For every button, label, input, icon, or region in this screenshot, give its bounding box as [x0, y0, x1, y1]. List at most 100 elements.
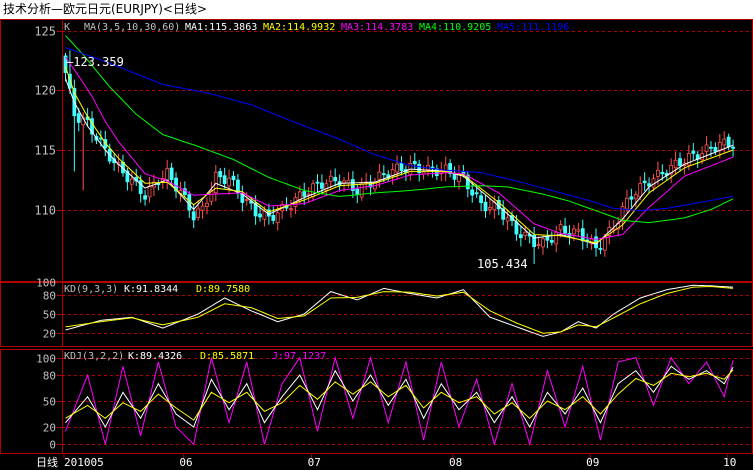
- gridlines: [57, 31, 753, 445]
- window-title: 技术分析—欧元日元(EURJPY)<日线>: [0, 0, 753, 19]
- candle: [417, 159, 422, 182]
- candle: [412, 152, 417, 170]
- candle: [452, 166, 457, 188]
- candle: [333, 168, 338, 187]
- candle: [691, 143, 696, 161]
- candle: [315, 174, 320, 193]
- candle: [134, 168, 139, 186]
- candle: [236, 174, 240, 199]
- ma3-legend: MA3:114.3783: [341, 22, 413, 33]
- candle: [549, 231, 554, 246]
- candle: [722, 131, 727, 153]
- candle: [598, 240, 603, 255]
- kd-legend-name: KD(9,3,3): [64, 284, 118, 295]
- xtick-label-10: 10: [723, 456, 736, 469]
- candle: [541, 234, 545, 255]
- kdj-legend-j: J:97.1237: [272, 351, 326, 362]
- kd-legend-k: K:91.8344: [124, 284, 178, 295]
- candle: [156, 179, 161, 191]
- series-ma4: [65, 35, 734, 224]
- candle: [576, 222, 581, 237]
- ytick-label-kdj-80: 80: [43, 370, 56, 383]
- candle: [479, 191, 483, 212]
- candle: [169, 162, 174, 185]
- candle: [147, 177, 152, 203]
- candle: [302, 182, 307, 205]
- series-ma5: [65, 47, 734, 212]
- main-legend-params: MA(3,5,10,30,60): [84, 22, 180, 33]
- candle: [320, 174, 324, 195]
- ytick-label-kd-50: 50: [43, 309, 56, 322]
- candle: [231, 171, 236, 187]
- candle: [280, 200, 285, 219]
- candle: [536, 236, 541, 250]
- candle: [205, 197, 209, 215]
- candle: [143, 189, 147, 206]
- candle: [629, 188, 634, 208]
- candle: [311, 179, 315, 202]
- candle: [240, 185, 245, 212]
- xtick-label-201005: 201005: [64, 456, 104, 469]
- candle: [368, 175, 373, 196]
- kdj-legend-k: K:89.4326: [128, 351, 182, 362]
- candle: [165, 159, 170, 190]
- candle: [209, 181, 214, 206]
- candle: [390, 163, 395, 185]
- candle: [518, 225, 523, 247]
- candle: [306, 187, 311, 202]
- period-label: 日线: [36, 455, 58, 469]
- candle: [483, 195, 488, 218]
- main-legend-prefix: K: [64, 22, 70, 33]
- candle: [532, 226, 537, 264]
- candle: [218, 167, 223, 184]
- xtick-label-09: 09: [586, 456, 599, 469]
- candle: [545, 230, 550, 249]
- candle: [678, 152, 682, 172]
- candle: [488, 198, 492, 215]
- candle: [129, 171, 134, 192]
- candle: [408, 155, 413, 181]
- ytick-label-main-125: 125: [34, 25, 56, 39]
- candle: [284, 197, 289, 212]
- candle: [443, 156, 448, 182]
- chart-area: 1101151201252050801000205080100201005 06 0…: [0, 19, 753, 470]
- ytick-label-kdj-100: 100: [36, 353, 56, 366]
- candle: [271, 206, 276, 225]
- xtick-label-06: 06: [179, 456, 192, 469]
- xtick-label-07: 07: [308, 456, 321, 469]
- candle: [178, 181, 183, 203]
- low-annotation: 105.434: [477, 257, 528, 271]
- candle: [200, 200, 205, 219]
- candle: [222, 167, 227, 189]
- candle: [112, 153, 117, 172]
- series-kdj-d: [65, 369, 734, 421]
- ma4-legend: MA4:110.9205: [419, 22, 491, 33]
- ytick-label-kdj-50: 50: [43, 396, 56, 409]
- kdj-legend-d: D:85.5871: [200, 351, 254, 362]
- candle: [731, 139, 735, 157]
- kd-legend-d: D:89.7580: [196, 284, 250, 295]
- candle: [669, 158, 674, 183]
- ytick-label-kdj-0: 0: [49, 439, 56, 452]
- candle: [501, 200, 506, 226]
- ytick-label-main-115: 115: [34, 144, 56, 158]
- candle: [580, 219, 585, 250]
- ytick-label-kdj-20: 20: [43, 422, 56, 435]
- high-annotation: —123.359: [66, 55, 124, 69]
- series-ma1: [65, 78, 734, 245]
- candle: [355, 184, 360, 204]
- main-price-panel: [63, 35, 735, 264]
- candle: [448, 159, 453, 178]
- candle: [227, 169, 231, 195]
- candle: [90, 111, 94, 143]
- axis-labels: 1101151201252050801000205080100201005 06 0…: [34, 25, 736, 470]
- candle: [434, 164, 439, 181]
- candle: [81, 112, 86, 191]
- ytick-label-main-120: 120: [34, 84, 56, 98]
- candle: [647, 177, 651, 194]
- ytick-label-main-110: 110: [34, 204, 56, 218]
- ytick-label-kd-20: 20: [43, 328, 56, 341]
- candle: [554, 225, 559, 253]
- ytick-label-kd-80: 80: [43, 290, 56, 303]
- kdj-legend-name: KDJ(3,2,2): [64, 351, 124, 362]
